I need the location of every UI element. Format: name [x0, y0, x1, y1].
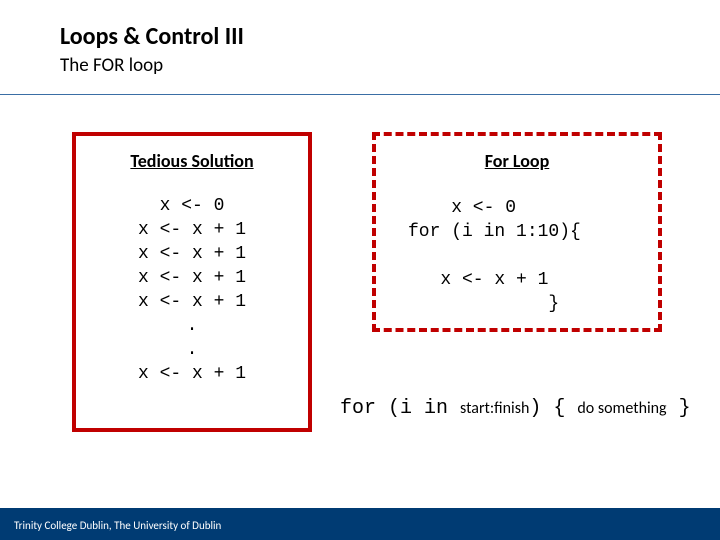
- tedious-codeblock: x <- 0 x <- x + 1 x <- x + 1 x <- x + 1 …: [76, 194, 308, 386]
- footer-text: Trinity College Dublin, The University o…: [14, 519, 221, 532]
- syntax-close: }: [667, 397, 691, 420]
- slide-title: Loops & Control III: [60, 22, 244, 51]
- slide-subtitle: The FOR loop: [60, 54, 163, 77]
- syntax-range: start:finish: [460, 399, 529, 418]
- syntax-paren: ) {: [529, 397, 577, 420]
- forloop-heading: For Loop: [376, 150, 658, 172]
- tedious-solution-box: Tedious Solution x <- 0 x <- x + 1 x <- …: [72, 132, 312, 432]
- title-rule: [0, 94, 720, 95]
- slide-root: Loops & Control III The FOR loop Tedious…: [0, 0, 720, 540]
- forloop-codeblock: x <- 0 for (i in 1:10){ x <- x + 1 }: [376, 196, 658, 316]
- syntax-prefix: for (i in: [340, 397, 460, 420]
- tedious-heading: Tedious Solution: [76, 150, 308, 172]
- for-syntax-line: for (i in start:finish) { do something }: [340, 396, 691, 420]
- syntax-body: do something: [577, 399, 666, 418]
- for-loop-box: For Loop x <- 0 for (i in 1:10){ x <- x …: [372, 132, 662, 332]
